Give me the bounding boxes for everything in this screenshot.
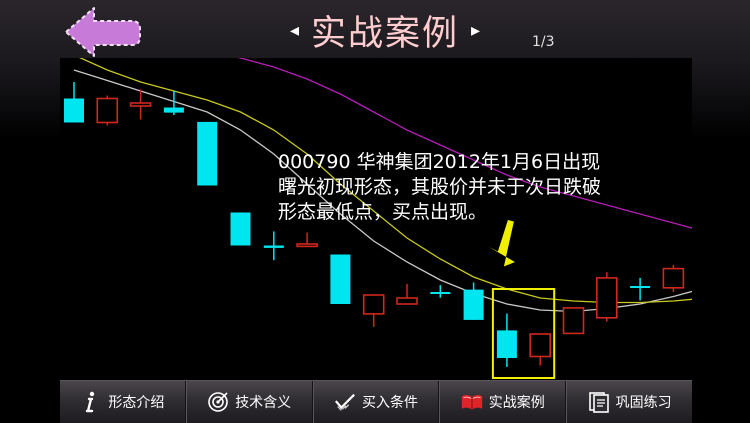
tab-label: 巩固练习 xyxy=(615,395,672,411)
candle-body-down xyxy=(630,286,651,288)
book-icon xyxy=(461,391,483,413)
notes-icon xyxy=(588,391,610,413)
pointer-arrow-icon xyxy=(488,220,515,267)
case-description-line: 曙光初现形态，其股价并未于次日跌破 xyxy=(278,176,602,198)
back-button[interactable] xyxy=(60,4,144,60)
tab-technical-meaning[interactable]: 技术含义 xyxy=(185,381,313,423)
candle-body-down xyxy=(263,245,284,248)
case-description: 000790 华神集团2012年1月6日出现 曙光初现形态，其股价并未于次日跌破… xyxy=(278,150,708,225)
tab-label: 技术含义 xyxy=(235,395,292,411)
buy-checkmark-icon xyxy=(334,391,356,413)
case-description-line: 000790 华神集团2012年1月6日出现 xyxy=(278,151,601,173)
candle-body-down xyxy=(330,254,351,304)
bottom-toolbar: 形态介绍 技术含义 买入条件 实战案例 巩固练习 xyxy=(60,380,692,423)
candle-body-up xyxy=(562,307,585,335)
candle-body-down xyxy=(430,292,451,294)
candle-body-up xyxy=(662,267,685,289)
prev-page-arrow-icon[interactable]: ◂ xyxy=(290,20,299,41)
tab-label: 形态介绍 xyxy=(108,395,165,411)
tab-label: 买入条件 xyxy=(361,395,418,411)
candle-body-up xyxy=(129,102,152,107)
tab-practice[interactable]: 巩固练习 xyxy=(566,381,692,423)
target-icon xyxy=(207,391,229,413)
candle-body-down xyxy=(496,330,517,358)
candle-body-down xyxy=(197,121,218,186)
info-icon xyxy=(80,391,102,413)
candle-body-down xyxy=(463,289,484,320)
screen: ◂ 实战案例 ▸ 1/3 000790 华神集团2012年1月6日出现 曙光初现… xyxy=(0,0,750,423)
page-indicator: 1/3 xyxy=(532,34,555,50)
candle-body-down xyxy=(64,98,84,123)
candle-body-up xyxy=(529,333,552,358)
candle-body-up xyxy=(296,243,318,248)
tab-pattern-intro[interactable]: 形态介绍 xyxy=(60,381,186,423)
candle-body-up xyxy=(362,294,385,315)
candle-body-up xyxy=(396,297,418,305)
candle-body-down xyxy=(163,107,184,113)
candle-body-up xyxy=(96,97,119,124)
page-title: 实战案例 xyxy=(310,13,459,54)
case-description-line: 形态最低点，买点出现。 xyxy=(278,201,488,223)
tab-case-study[interactable]: 实战案例 xyxy=(439,381,567,423)
back-arrow-icon xyxy=(65,7,141,57)
tab-label: 实战案例 xyxy=(488,395,545,411)
next-page-arrow-icon[interactable]: ▸ xyxy=(471,20,480,41)
title-bar: ◂ 实战案例 ▸ xyxy=(250,4,520,56)
candle-body-down xyxy=(230,212,251,246)
candle-body-up xyxy=(595,277,618,319)
tab-buy-conditions[interactable]: 买入条件 xyxy=(312,381,440,423)
